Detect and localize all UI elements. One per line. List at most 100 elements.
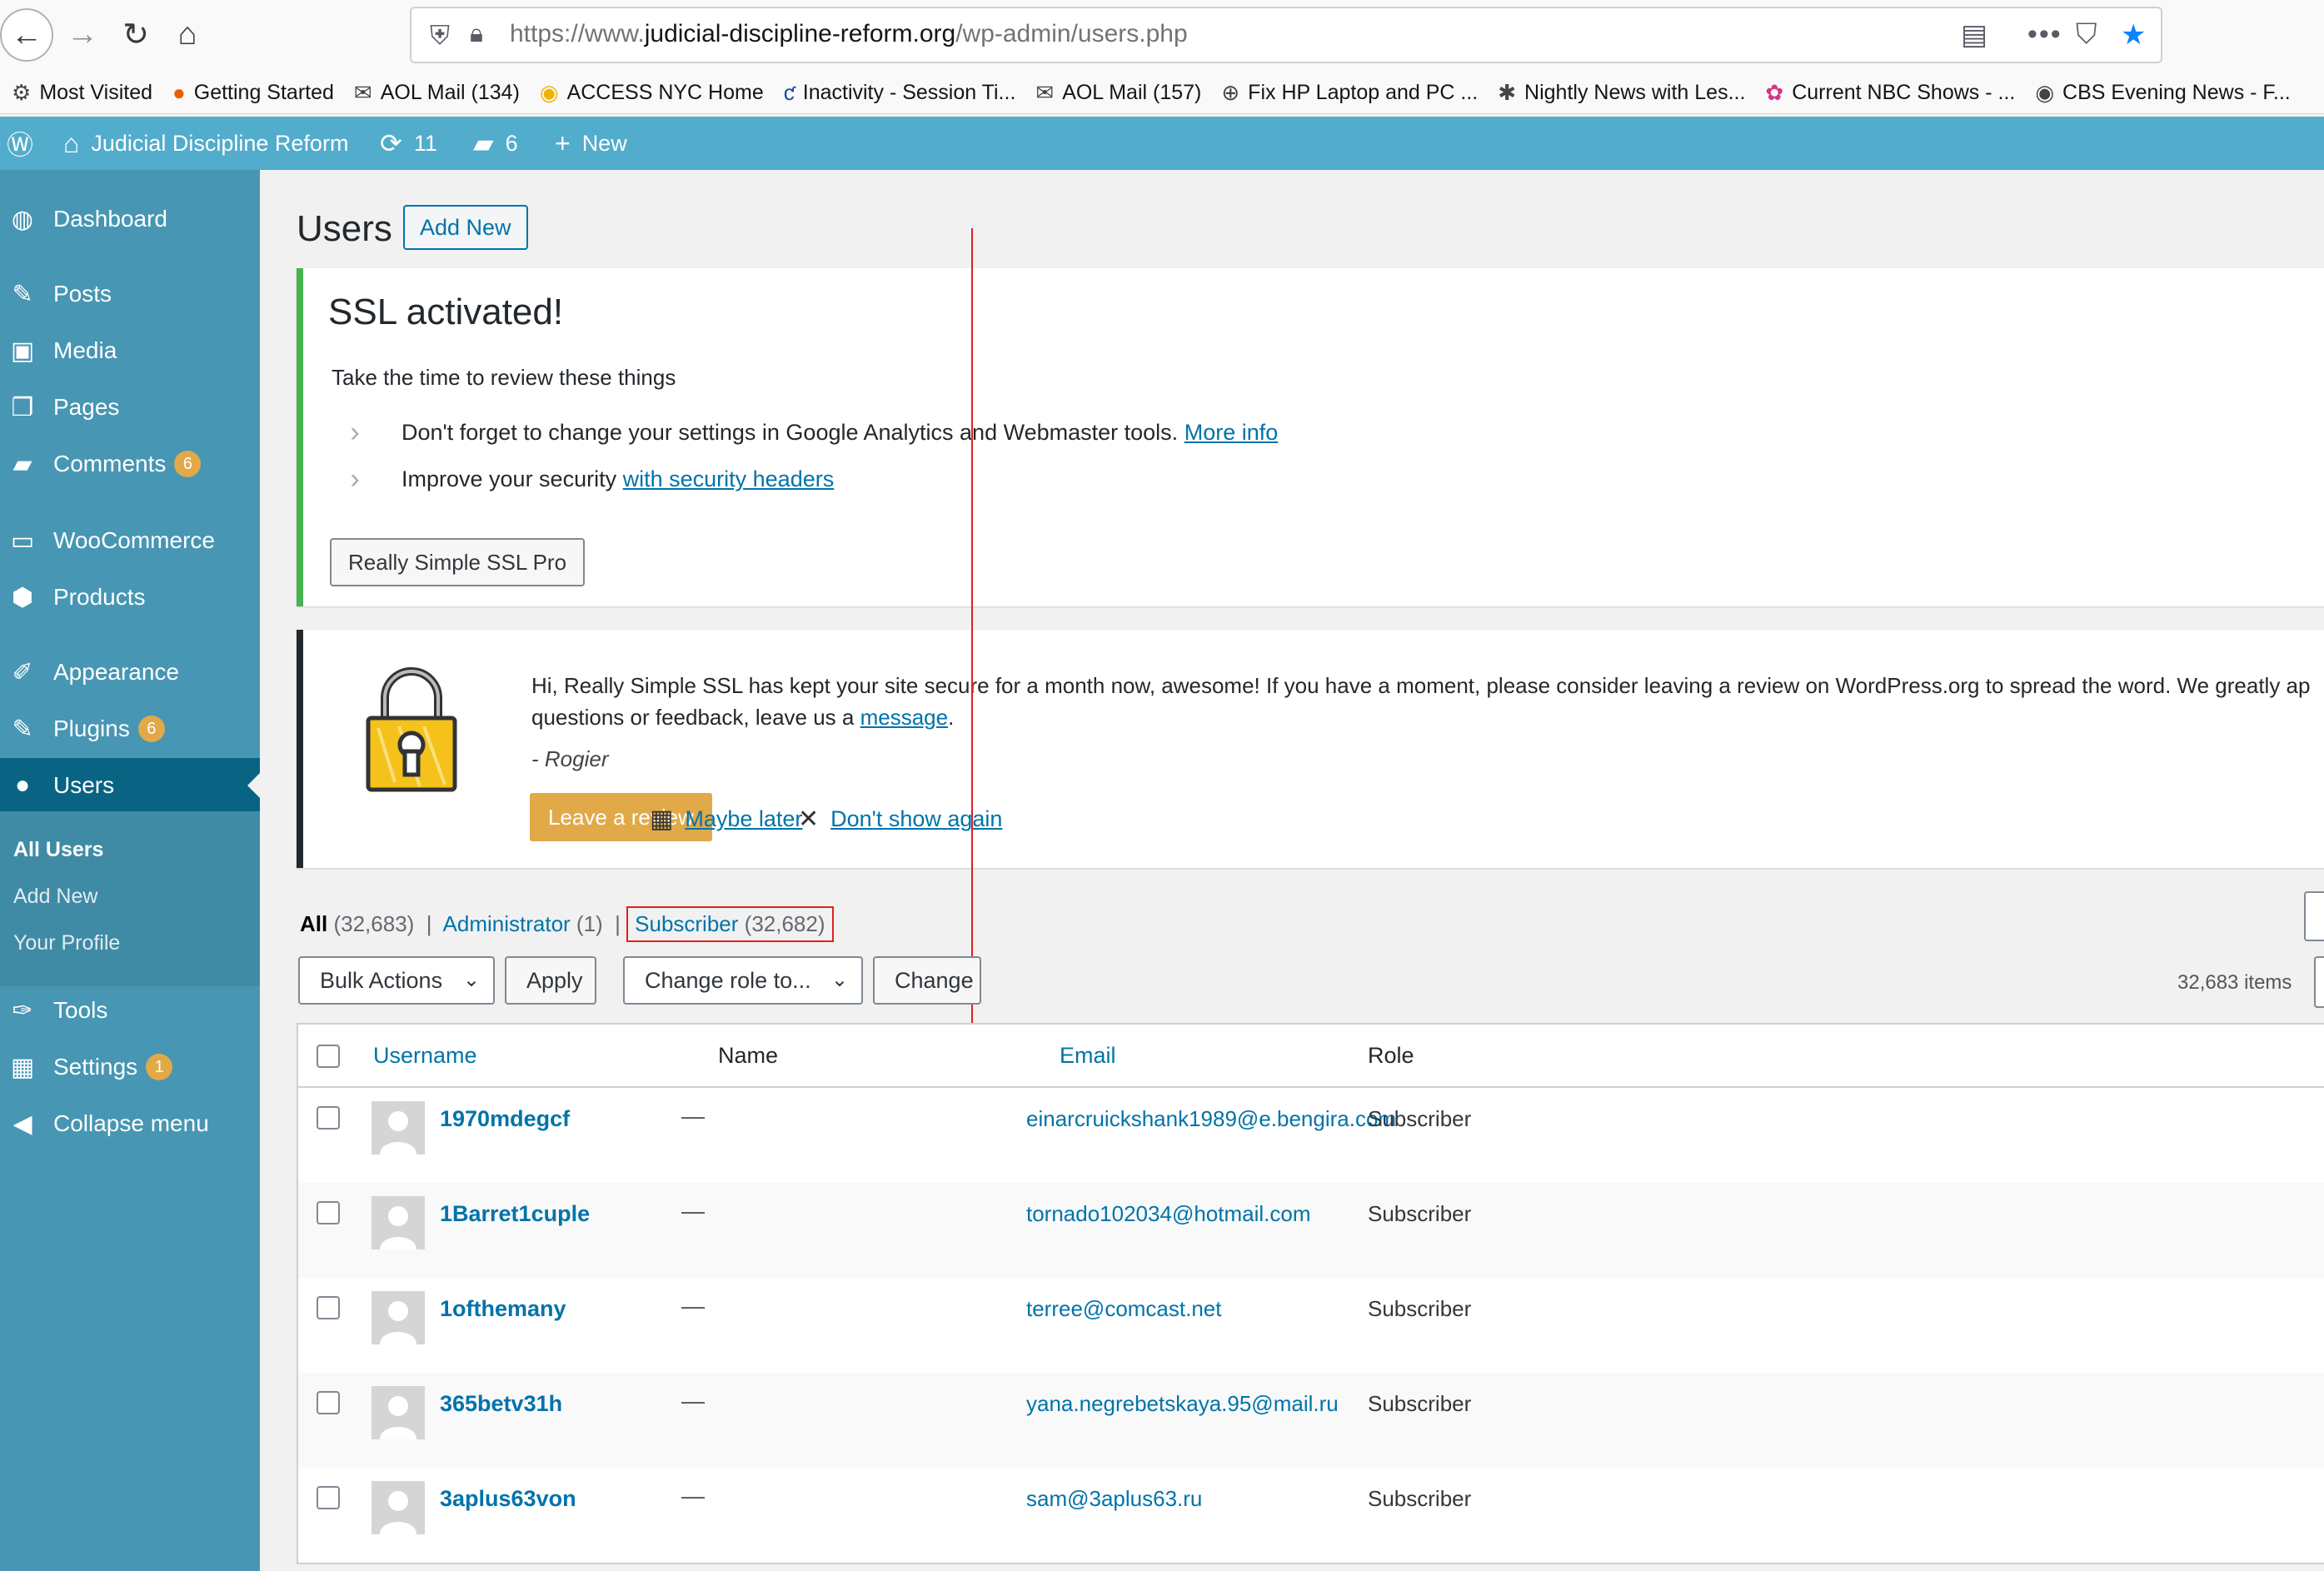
- submenu-all-users[interactable]: All Users: [13, 838, 103, 862]
- add-new-user-button[interactable]: Add New: [403, 205, 528, 250]
- reader-view-icon[interactable]: ▤: [1961, 18, 1987, 52]
- bookmark-label: CBS Evening News - F...: [2062, 80, 2291, 104]
- username-link[interactable]: 365betv31h: [440, 1391, 562, 1417]
- row-checkbox[interactable]: [317, 1486, 340, 1509]
- change-role-select[interactable]: Change role to... ⌄: [623, 956, 863, 1005]
- shield-icon[interactable]: ⛨: [430, 20, 450, 52]
- username-link[interactable]: 1970mdegcf: [440, 1106, 570, 1132]
- avatar: [372, 1196, 425, 1249]
- filter-administrator-label[interactable]: Administrator: [443, 911, 571, 936]
- gear-icon: ⚙: [12, 79, 32, 105]
- sidebar-item-posts[interactable]: ✎ Posts: [0, 267, 260, 322]
- submenu-your-profile[interactable]: Your Profile: [13, 931, 120, 955]
- bookmark-item[interactable]: ● Getting Started: [161, 73, 342, 112]
- sidebar-item-dashboard[interactable]: ◍ Dashboard: [0, 192, 260, 247]
- wrench-icon: ✑: [12, 996, 33, 1025]
- bookmark-item[interactable]: ✿ Current NBC Shows - ...: [1753, 73, 2023, 112]
- change-role-value: Change role to...: [645, 968, 811, 993]
- filter-all-label[interactable]: All: [300, 911, 327, 936]
- filter-subscriber-count: (32,682): [744, 911, 825, 936]
- username-link[interactable]: 1ofthemany: [440, 1296, 566, 1322]
- lock-icon[interactable]: 🔒︎: [470, 20, 483, 48]
- site-name-link[interactable]: ⌂ Judicial Discipline Reform: [63, 117, 348, 170]
- username-link[interactable]: 1Barret1cuple: [440, 1201, 590, 1227]
- bookmark-item[interactable]: ✉ AOL Mail (134): [342, 73, 528, 112]
- role-cell: Subscriber: [1368, 1201, 1472, 1226]
- sidebar-item-media[interactable]: ▣ Media: [0, 323, 260, 378]
- more-info-link[interactable]: More info: [1184, 420, 1279, 446]
- email-link[interactable]: terree@comcast.net: [1026, 1296, 1221, 1322]
- dashboard-icon: ◍: [11, 205, 34, 233]
- bookmark-star-icon[interactable]: ★: [2121, 18, 2146, 52]
- select-all-checkbox[interactable]: [317, 1045, 340, 1068]
- sidebar-item-label: Posts: [53, 281, 112, 307]
- security-headers-link[interactable]: with security headers: [623, 466, 835, 492]
- bookmark-item[interactable]: ⊕ Fix HP Laptop and PC ...: [1209, 73, 1486, 112]
- table-row: 365betv31h — yana.negrebetskaya.95@mail.…: [298, 1373, 2324, 1468]
- row-checkbox[interactable]: [317, 1201, 340, 1224]
- sidebar-item-plugins[interactable]: ✎ Plugins 6: [0, 701, 260, 756]
- sidebar-item-users[interactable]: ● Users: [0, 758, 260, 813]
- updates-link[interactable]: ⟳ 11: [380, 117, 437, 170]
- sidebar-item-tools[interactable]: ✑ Tools: [0, 983, 260, 1038]
- bookmark-label: Fix HP Laptop and PC ...: [1248, 80, 1479, 104]
- bookmark-item[interactable]: ⚙ Most Visited: [0, 73, 161, 112]
- row-checkbox[interactable]: [317, 1106, 340, 1130]
- more-actions-icon[interactable]: •••: [2027, 18, 2062, 51]
- row-checkbox[interactable]: [317, 1296, 340, 1319]
- padlock-icon: [366, 667, 457, 792]
- bookmark-item[interactable]: ƈ Inactivity - Session Ti...: [772, 73, 1025, 112]
- home-icon: ⌂: [63, 127, 80, 158]
- table-row: 1970mdegcf — einarcruickshank1989@e.beng…: [298, 1088, 2324, 1183]
- review-text-line1: Hi, Really Simple SSL has kept your site…: [531, 673, 2311, 698]
- email-link[interactable]: yana.negrebetskaya.95@mail.ru: [1026, 1391, 1339, 1417]
- bookmark-item[interactable]: ◉ CBS Evening News - F...: [2023, 73, 2298, 112]
- ssl-activated-notice: SSL activated! Take the time to review t…: [297, 268, 2324, 606]
- url-text[interactable]: https://www.judicial-discipline-reform.o…: [510, 20, 1188, 48]
- bookmark-label: ACCESS NYC Home: [566, 80, 764, 104]
- bookmark-item[interactable]: ✉ AOL Mail (157): [1024, 73, 1209, 112]
- sidebar-item-comments[interactable]: ▰ Comments 6: [0, 436, 260, 491]
- maybe-later-link[interactable]: ▦ Maybe later: [650, 805, 802, 834]
- collapse-icon: ◀: [12, 1110, 32, 1138]
- bookmark-item[interactable]: ✱ Nightly News with Les...: [1486, 73, 1753, 112]
- default-avatar-icon: [380, 1301, 416, 1344]
- sidebar-item-settings[interactable]: ▦ Settings 1: [0, 1040, 260, 1095]
- back-button[interactable]: ←: [0, 8, 53, 62]
- username-column-header[interactable]: Username: [373, 1043, 477, 1069]
- email-link[interactable]: tornado102034@hotmail.com: [1026, 1201, 1311, 1227]
- really-simple-ssl-pro-button[interactable]: Really Simple SSL Pro: [330, 538, 586, 586]
- forward-button[interactable]: →: [55, 7, 110, 62]
- aol-icon: ✉: [1035, 79, 1055, 105]
- new-content-link[interactable]: + New: [555, 117, 627, 170]
- search-users-input[interactable]: [2304, 891, 2324, 941]
- collapse-menu-button[interactable]: ◀ Collapse menu: [0, 1096, 260, 1151]
- change-button[interactable]: Change: [873, 956, 981, 1005]
- bulk-actions-select[interactable]: Bulk Actions ⌄: [298, 956, 495, 1005]
- sidebar-item-woocommerce[interactable]: ▭ WooCommerce: [0, 513, 260, 568]
- email-link[interactable]: sam@3aplus63.ru: [1026, 1486, 1202, 1512]
- url-bar[interactable]: ⛨ 🔒︎ https://www.judicial-discipline-ref…: [410, 7, 2162, 63]
- new-label: New: [581, 130, 627, 156]
- email-column-header[interactable]: Email: [1060, 1043, 1116, 1069]
- bookmark-item[interactable]: ◉ ACCESS NYC Home: [528, 73, 772, 112]
- email-link[interactable]: einarcruickshank1989@e.bengira.com: [1026, 1106, 1396, 1132]
- pagination-input[interactable]: [2314, 956, 2324, 1008]
- reload-button[interactable]: ↻: [108, 7, 163, 62]
- username-link[interactable]: 3aplus63von: [440, 1486, 576, 1512]
- comments-link[interactable]: ▰ 6: [473, 117, 518, 170]
- sidebar-item-pages[interactable]: ❐ Pages: [0, 380, 260, 435]
- apply-button[interactable]: Apply: [505, 956, 596, 1005]
- pocket-icon[interactable]: ⛉: [2076, 18, 2097, 51]
- arrow-right-icon: →: [67, 16, 98, 52]
- role-cell: Subscriber: [1368, 1106, 1472, 1131]
- filter-subscriber-label[interactable]: Subscriber: [635, 911, 738, 936]
- sidebar-item-appearance[interactable]: ✐ Appearance: [0, 645, 260, 700]
- submenu-add-new[interactable]: Add New: [13, 885, 97, 909]
- wordpress-logo-button[interactable]: Ⓦ: [7, 117, 45, 170]
- message-link[interactable]: message: [860, 705, 949, 730]
- row-checkbox[interactable]: [317, 1391, 340, 1414]
- sidebar-item-products[interactable]: ⬢ Products: [0, 570, 260, 625]
- url-domain: judicial-discipline-reform.org: [644, 20, 956, 47]
- home-button[interactable]: ⌂: [160, 7, 215, 62]
